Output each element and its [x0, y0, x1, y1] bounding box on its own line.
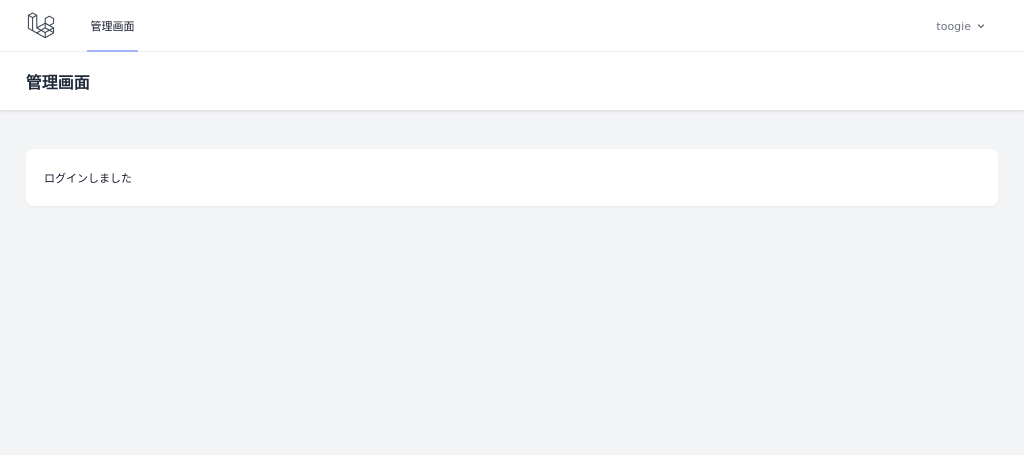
page-title: 管理画面 — [26, 73, 91, 92]
nav-link-admin[interactable]: 管理画面 — [87, 0, 138, 52]
chevron-down-icon — [976, 21, 986, 31]
user-dropdown[interactable]: toogie — [936, 0, 986, 52]
status-card: ログインしました — [26, 149, 998, 206]
page-header: 管理画面 — [0, 52, 1024, 110]
user-name: toogie — [936, 19, 971, 33]
laravel-logo-icon[interactable] — [27, 11, 55, 41]
top-navigation: 管理画面 toogie — [0, 0, 1024, 52]
login-status-message: ログインしました — [44, 171, 132, 185]
